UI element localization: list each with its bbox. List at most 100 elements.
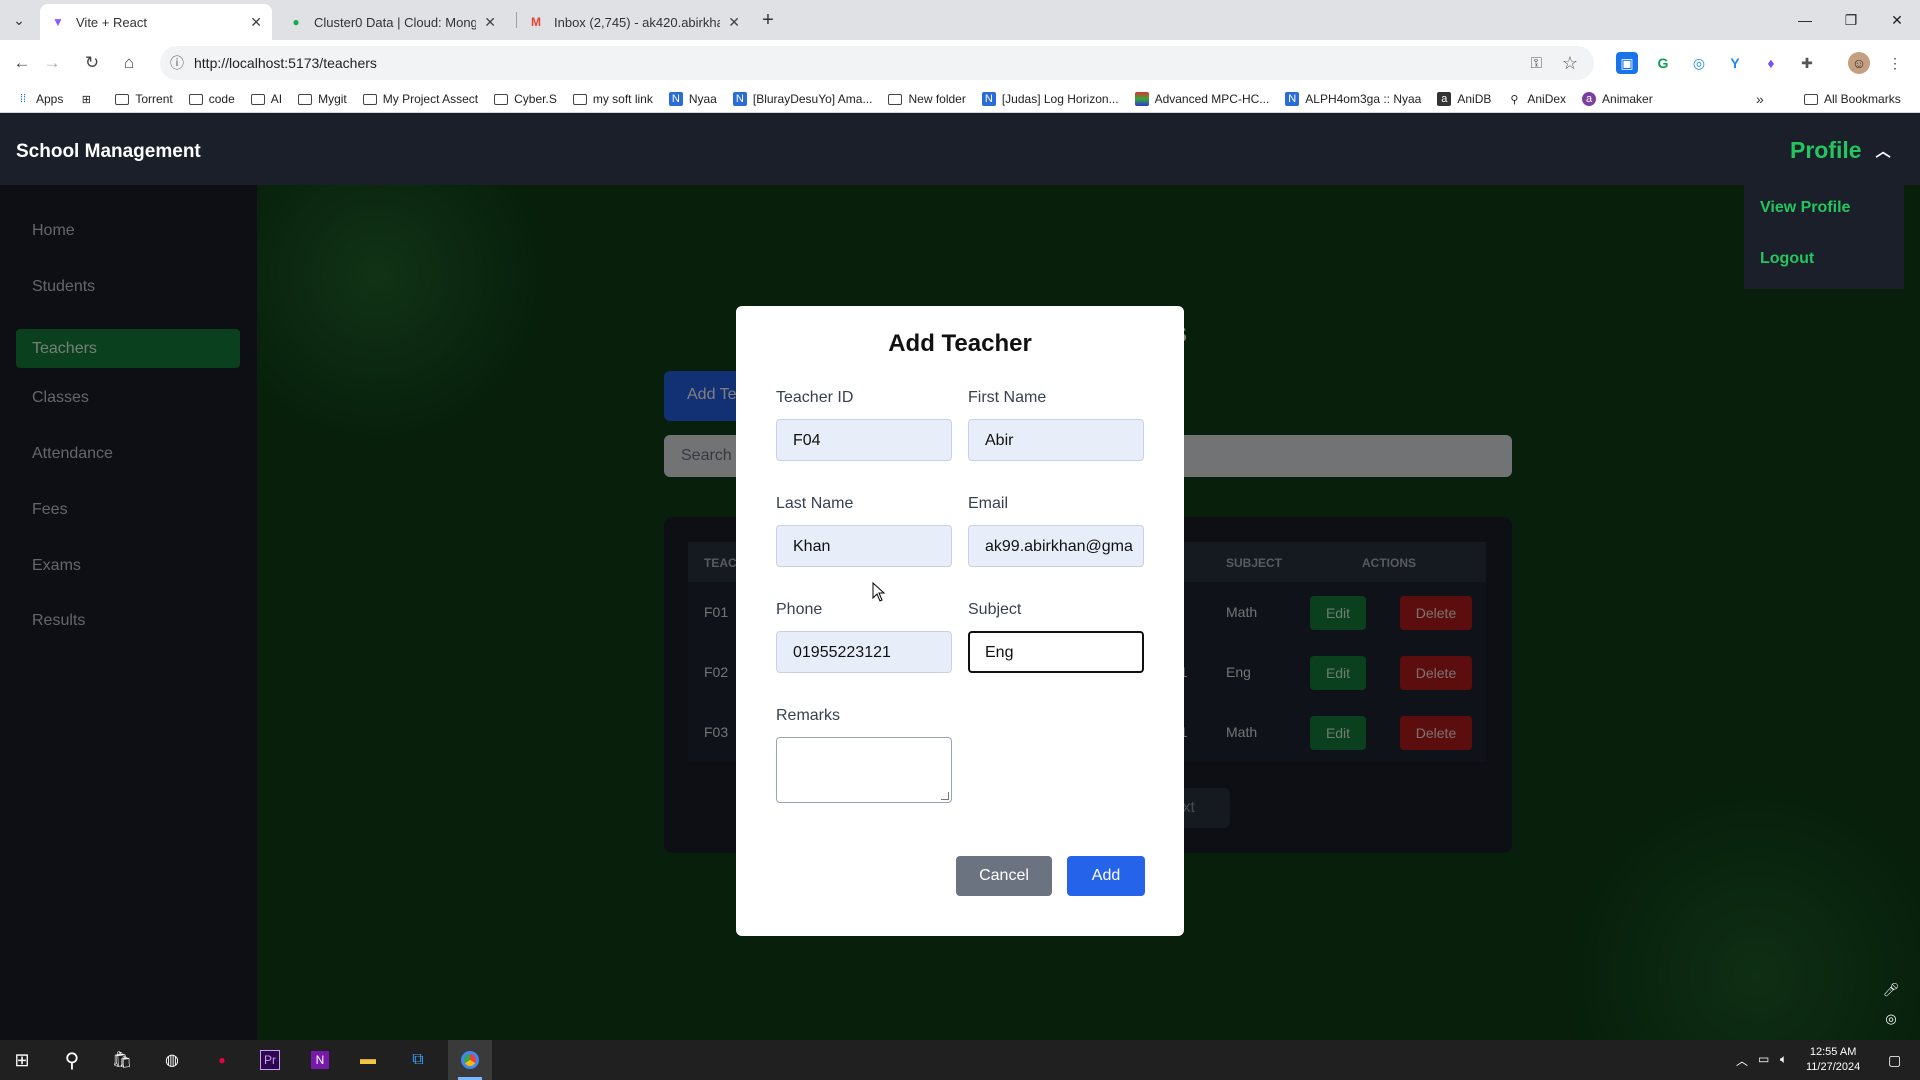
bookmark-ai[interactable]: AI [250,92,283,106]
tab-search-chevron-icon[interactable]: ⌄ [6,8,32,32]
chrome-icon[interactable] [450,1045,490,1075]
all-bookmarks[interactable]: All Bookmarks [1804,92,1901,106]
resize-grip-icon[interactable] [941,792,949,800]
bookmark-cyber[interactable]: Cyber.S [494,92,557,106]
folder-icon [298,93,313,105]
bookmark-grid[interactable]: ⊞ [79,92,99,106]
bookmark-label: AniDex [1527,92,1567,106]
gmail-icon: M [531,15,541,29]
add-button[interactable]: Add [1067,856,1145,896]
grammarly-icon[interactable]: G [1652,52,1674,74]
microphone-icon[interactable]: 🎤︎ [1882,981,1900,999]
vpn-extension-icon[interactable]: Y [1724,52,1746,74]
teacher-id-field[interactable]: F04 [776,419,952,461]
remarks-textarea[interactable] [776,737,952,803]
cancel-button[interactable]: Cancel [956,856,1052,896]
more-bookmarks-icon[interactable]: » [1756,91,1764,107]
forward-icon[interactable]: → [40,51,64,75]
app-dot-icon[interactable]: ● [202,1045,242,1075]
email-label: Email [968,495,1009,512]
last-name-field[interactable]: Khan [776,525,952,567]
bookmark-apps[interactable]: ⁞⁞ Apps [16,92,63,106]
close-tab-icon[interactable]: ✕ [484,14,496,31]
url-text: http://localhost:5173/teachers [194,55,377,71]
profile-label: Profile [1790,137,1862,163]
search-icon[interactable]: ⚲ [52,1045,92,1075]
target-icon[interactable]: ◎ [1882,1010,1900,1028]
profile-menu-toggle[interactable]: Profile ︿ [1790,137,1891,164]
store-icon[interactable]: 🛍︎ [102,1045,142,1075]
close-tab-icon[interactable]: ✕ [728,14,740,31]
bookmark-anidb[interactable]: a AniDB [1437,92,1491,106]
logout-link[interactable]: Logout [1760,250,1814,268]
address-bar[interactable]: ⓘ http://localhost:5173/teachers ⚿ ☆ [160,46,1594,80]
extensions-puzzle-icon[interactable]: ✚ [1796,52,1818,74]
app-root: School Management Profile ︿ Home Student… [0,113,1920,1040]
last-name-label: Last Name [776,495,854,512]
new-tab-button[interactable]: + [758,8,778,32]
window-close-icon[interactable]: ✕ [1874,0,1920,40]
app-icon[interactable]: ◍ [152,1045,192,1075]
profile-dropdown: View Profile Logout [1744,185,1904,289]
drop-extension-icon[interactable]: ♦ [1760,52,1782,74]
restore-icon[interactable]: ❐ [1828,0,1874,40]
premiere-pro-icon[interactable]: Pr [250,1045,290,1075]
animaker-icon: a [1582,92,1597,106]
first-name-field[interactable]: Abir [968,419,1144,461]
site-info-icon[interactable]: ⓘ [160,53,194,73]
chrome-menu-icon[interactable]: ⋮ [1884,52,1906,74]
phone-field[interactable]: 01955223121 [776,631,952,673]
windows-start-icon[interactable]: ⊞ [2,1045,42,1075]
bookmark-star-icon[interactable]: ☆ [1562,53,1578,74]
notifications-icon[interactable]: ▢ [1888,1052,1901,1069]
bookmark-label: ALPH4om3ga :: Nyaa [1305,92,1422,106]
bookmark-label: [Judas] Log Horizon... [1001,92,1119,106]
browser-tab-strip: ⌄ ▼ Vite + React ✕ ● Cluster0 Data | Clo… [0,0,1920,40]
browser-tab-vite[interactable]: ▼ Vite + React ✕ [40,4,272,40]
bookmark-code[interactable]: code [188,92,235,106]
bookmark-nyaa[interactable]: N Nyaa [668,92,717,106]
bookmark-label: New folder [908,92,966,106]
bookmark-my-soft-link[interactable]: my soft link [572,92,653,106]
show-hidden-icons-icon[interactable]: ︿ [1736,1052,1748,1069]
close-tab-icon[interactable]: ✕ [250,14,262,31]
reload-icon[interactable]: ↻ [80,51,104,75]
folder-icon [494,93,509,105]
bookmark-alph4om3ga[interactable]: N ALPH4om3ga :: Nyaa [1285,92,1421,106]
nyaa-icon: N [668,92,683,106]
bookmark-mpc-hc[interactable]: Advanced MPC-HC... [1134,92,1269,106]
bookmark-animaker[interactable]: a Animaker [1582,92,1653,106]
subject-field[interactable]: Eng [968,631,1144,673]
bookmark-my-project-assect[interactable]: My Project Assect [362,92,479,106]
onenote-icon[interactable]: N [300,1045,340,1075]
minimize-icon[interactable]: — [1782,0,1828,40]
file-explorer-icon[interactable]: ▬ [348,1045,388,1075]
system-clock[interactable]: 12:55 AM 11/27/2024 [1806,1045,1860,1075]
user-avatar-icon[interactable]: ☺ [1848,52,1870,74]
back-icon[interactable]: ← [10,51,34,75]
bookmark-anidex[interactable]: ⚲ AniDex [1507,92,1566,106]
anidb-icon: a [1437,92,1452,106]
bookmark-log-horizon[interactable]: N [Judas] Log Horizon... [981,92,1119,106]
bookmark-mygit[interactable]: Mygit [298,92,347,106]
sync-extension-icon[interactable]: ◎ [1688,52,1710,74]
vscode-icon[interactable]: ⧉ [398,1045,438,1075]
email-field[interactable]: ak99.abirkhan@gma [968,525,1144,567]
bookmark-label: My Project Assect [382,92,479,106]
home-icon[interactable]: ⌂ [117,51,141,75]
tab-title: Vite + React [76,14,147,30]
browser-tab-mongodb[interactable]: ● Cluster0 Data | Cloud: MongoDB ✕ [278,4,506,40]
extension-icon[interactable]: ▣ [1616,52,1638,74]
bookmark-new-folder[interactable]: New folder [888,92,966,106]
folder-icon [188,93,203,105]
bookmark-label: AI [270,92,283,106]
network-icon[interactable]: ▭ [1758,1052,1769,1066]
volume-icon[interactable]: 🔈︎ [1780,1052,1787,1067]
browser-tab-gmail[interactable]: M Inbox (2,745) - ak420.abirkhan@ ✕ [518,4,750,40]
phone-label: Phone [776,601,823,618]
password-key-icon[interactable]: ⚿ [1531,55,1542,72]
bookmark-bluraydesuyo[interactable]: N [BlurayDesuYo] Ama... [732,92,872,106]
view-profile-link[interactable]: View Profile [1760,199,1850,217]
bookmark-label: Nyaa [688,92,717,106]
bookmark-torrent[interactable]: Torrent [115,92,173,106]
